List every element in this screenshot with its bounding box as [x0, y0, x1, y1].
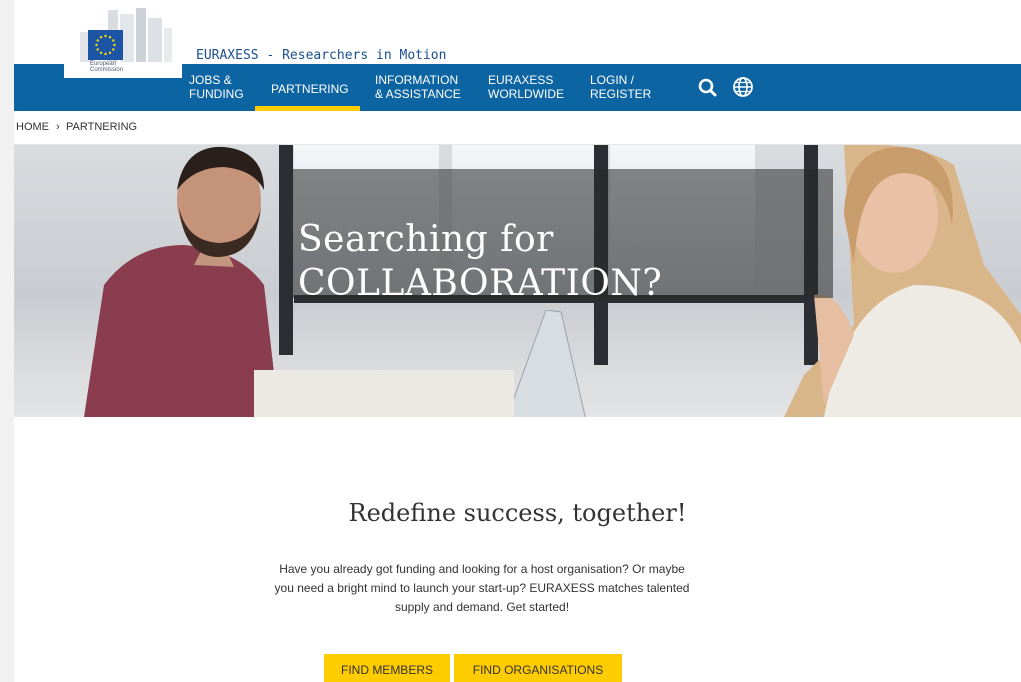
nav-partnering[interactable]: PARTNERING	[255, 64, 360, 111]
laptop-photo	[506, 310, 586, 417]
nav-label: REGISTER	[590, 87, 652, 101]
find-members-button[interactable]: FIND MEMBERS	[324, 654, 450, 682]
breadcrumb-current: PARTNERING	[66, 121, 138, 133]
nav-label: LOGIN /	[590, 73, 635, 87]
nav-information-assistance[interactable]: INFORMATION & ASSISTANCE	[375, 73, 461, 101]
site-title[interactable]: EURAXESS - Researchers in Motion	[196, 48, 446, 63]
section-title: Redefine success, together!	[348, 499, 687, 527]
globe-icon[interactable]	[732, 76, 754, 98]
nav-label: WORLDWIDE	[488, 87, 564, 101]
eu-flag-icon	[88, 30, 123, 60]
logo-text-line: Commission	[90, 67, 124, 73]
description-line: supply and demand. Get started!	[394, 600, 570, 614]
nav-label: & ASSISTANCE	[375, 87, 461, 101]
hero-heading: Searching for	[298, 219, 554, 260]
logo-text: European Commission	[90, 61, 123, 73]
description-line: Have you already got funding and looking…	[279, 562, 685, 576]
nav-label: JOBS &	[189, 73, 232, 87]
find-organisations-button[interactable]: FIND ORGANISATIONS	[454, 654, 622, 682]
nav-login-register[interactable]: LOGIN / REGISTER	[590, 73, 651, 101]
nav-label: FUNDING	[189, 87, 244, 101]
nav-jobs-funding[interactable]: JOBS & FUNDING	[189, 73, 244, 101]
european-commission-logo[interactable]: European Commission	[64, 0, 182, 78]
search-icon[interactable]	[697, 77, 719, 99]
description-line: you need a bright mind to launch your st…	[274, 581, 690, 595]
nav-label: PARTNERING	[271, 82, 349, 96]
desk	[254, 370, 514, 417]
header: European Commission EURAXESS - Researche…	[14, 0, 1021, 78]
hero-heading: COLLABORATION?	[298, 263, 663, 304]
nav-euraxess-worldwide[interactable]: EURAXESS WORLDWIDE	[488, 73, 564, 101]
breadcrumb-home[interactable]: HOME	[16, 121, 49, 133]
page: European Commission EURAXESS - Researche…	[14, 0, 1021, 682]
section-description: Have you already got funding and looking…	[252, 560, 712, 617]
nav-label: EURAXESS	[488, 73, 554, 87]
breadcrumb-separator: ›	[56, 121, 60, 133]
breadcrumb: HOME › PARTNERING	[14, 111, 1021, 145]
nav-label: INFORMATION	[375, 73, 459, 87]
hero-banner: Searching for COLLABORATION?	[14, 145, 1021, 417]
